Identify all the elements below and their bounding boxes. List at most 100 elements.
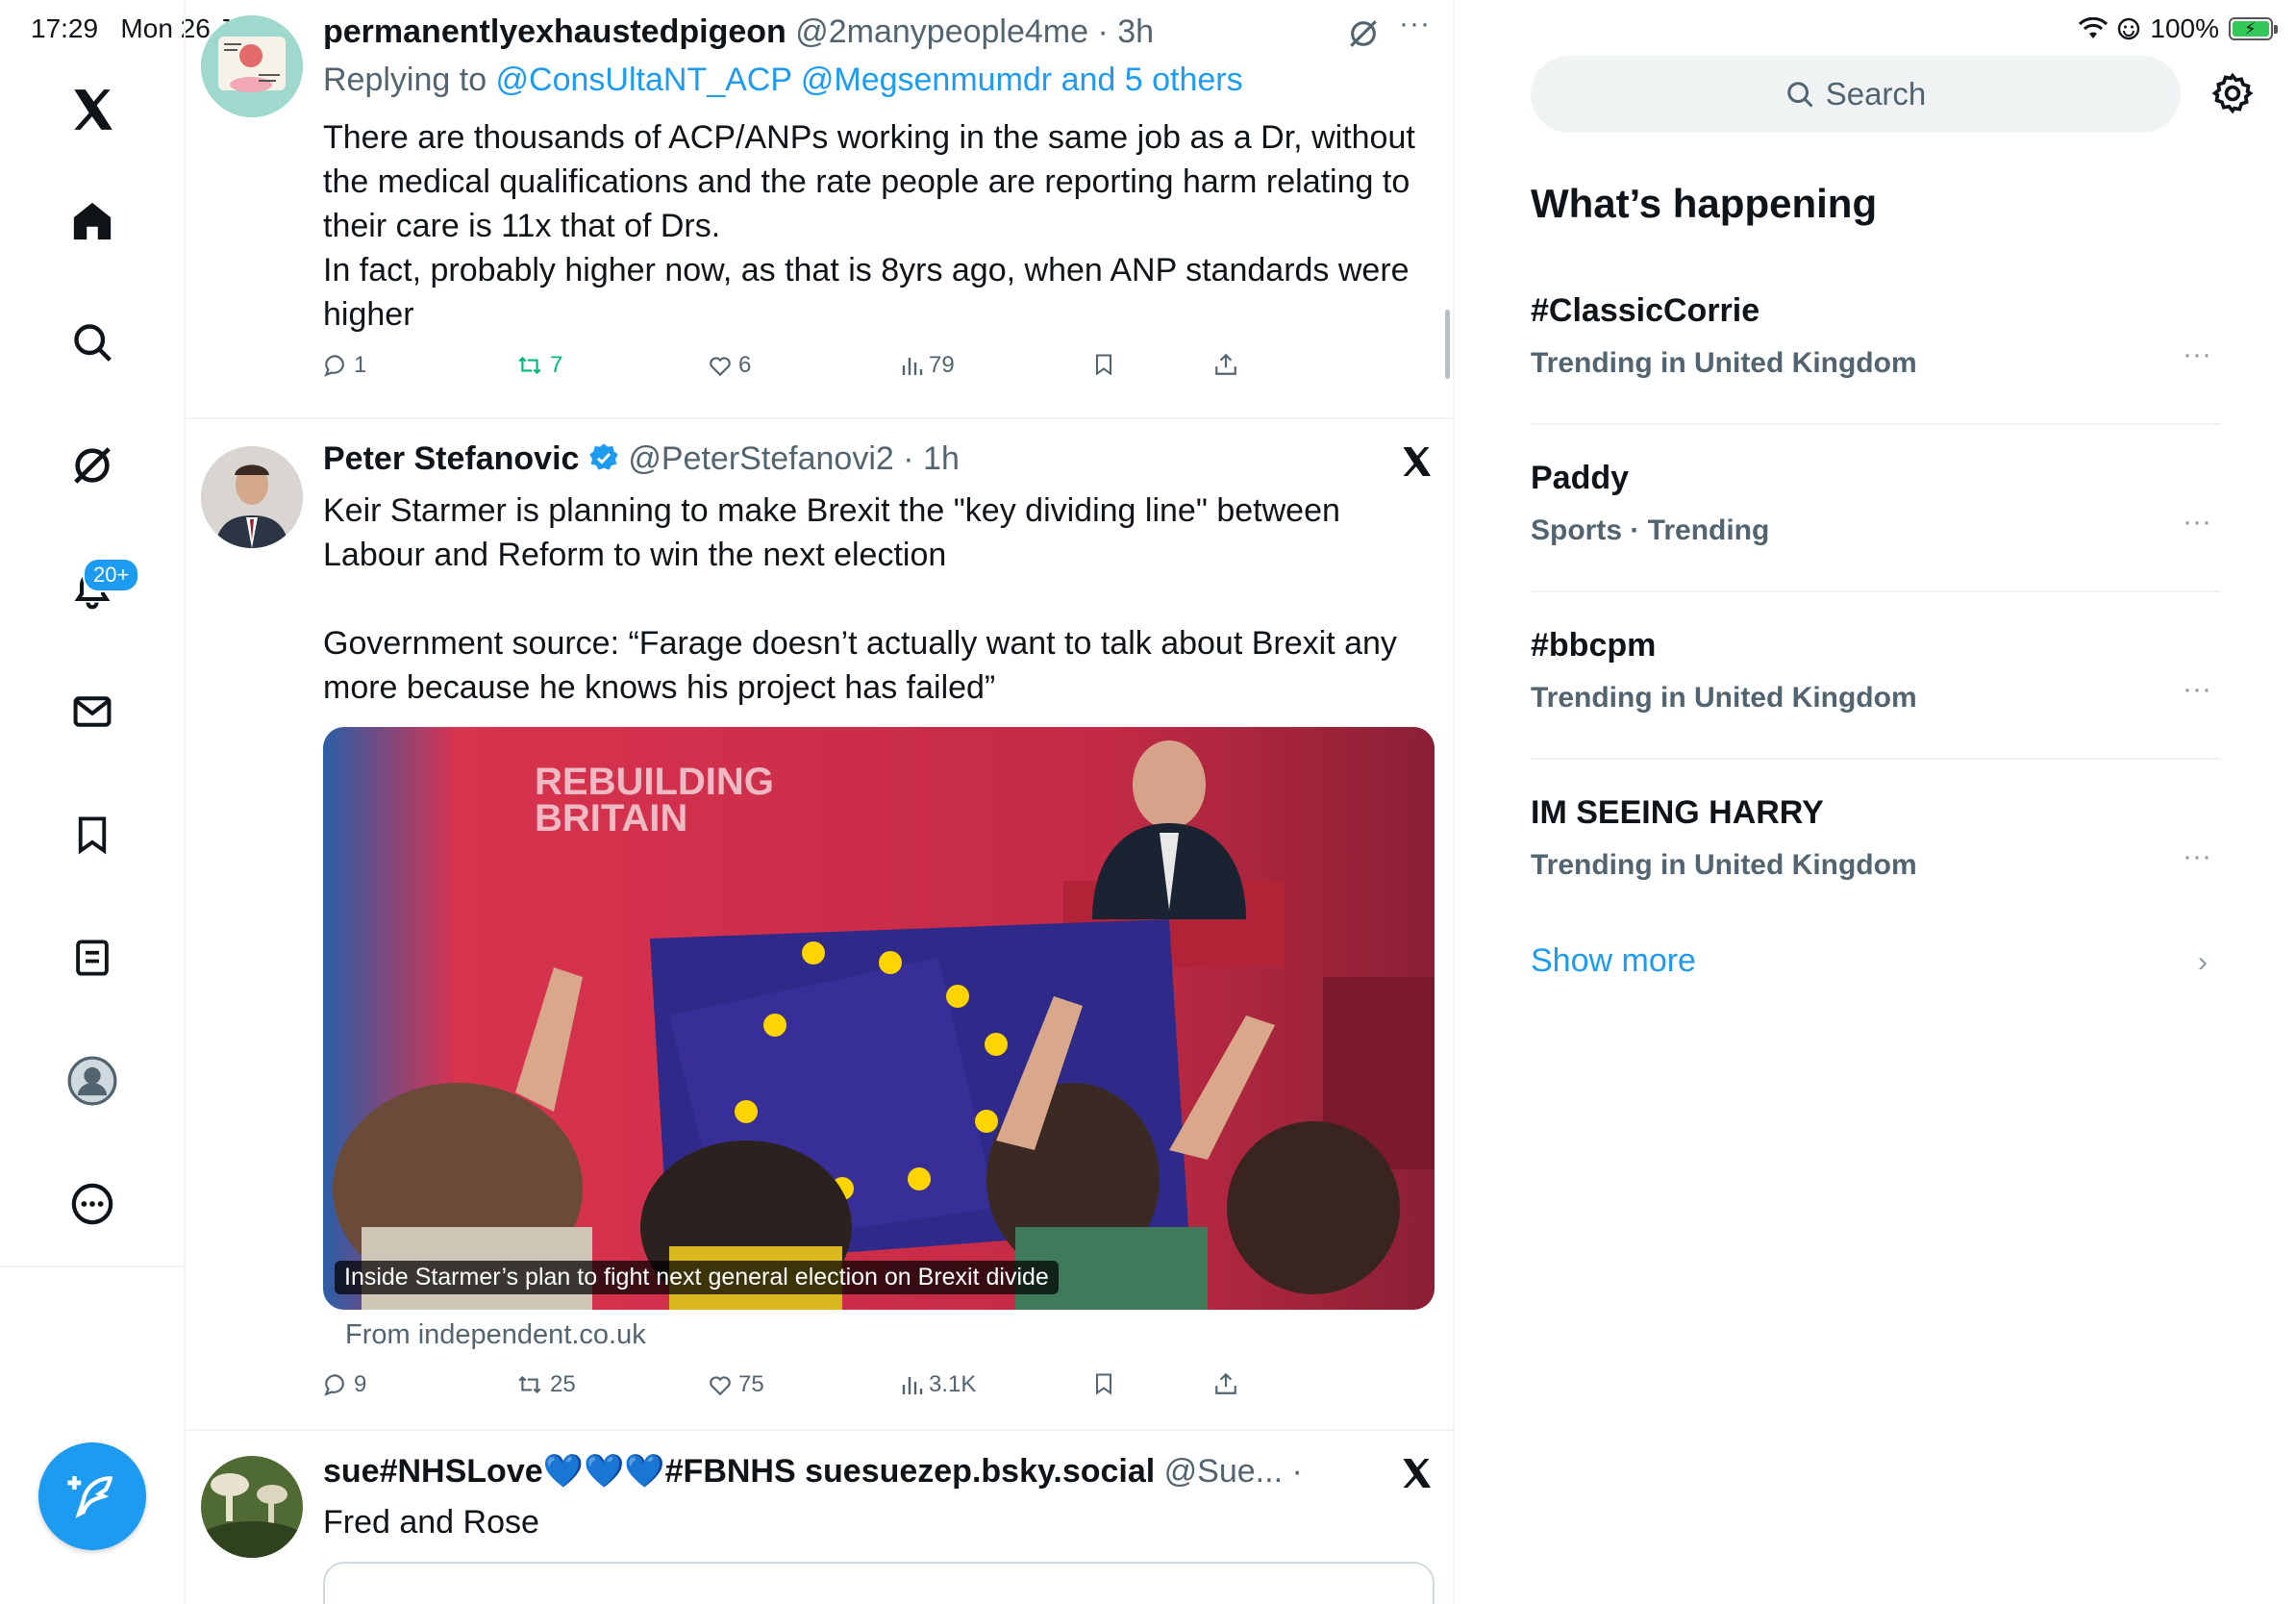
like-button[interactable]: 6 bbox=[708, 352, 751, 379]
whats-happening-title: What’s happening bbox=[1531, 181, 1878, 226]
search-placeholder: Search bbox=[1825, 76, 1927, 112]
author-name[interactable]: sue#NHSLove💙💙💙#FBNHS suesuezep.bsky.soci… bbox=[323, 1453, 1155, 1490]
tweet-text: Fred and Rose bbox=[323, 1504, 539, 1541]
bookmark-button[interactable] bbox=[1092, 352, 1115, 377]
chevron-right-icon[interactable]: › bbox=[2198, 946, 2208, 979]
heart-icon bbox=[710, 357, 731, 377]
trend-context: Sports · Trending bbox=[1531, 514, 1770, 546]
avatar-pigeon[interactable] bbox=[201, 15, 303, 117]
trend-context: Trending in United Kingdom bbox=[1531, 849, 1917, 881]
reply-icon bbox=[324, 355, 344, 377]
bookmark-icon bbox=[1096, 354, 1111, 376]
views-count: 79 bbox=[929, 352, 955, 378]
reply-count: 1 bbox=[354, 352, 367, 378]
show-more-link[interactable]: Show more bbox=[1531, 942, 1696, 980]
tweet-time[interactable]: · 3h bbox=[1098, 13, 1155, 50]
trend-name: Paddy bbox=[1531, 460, 1630, 496]
like-button[interactable]: 75 bbox=[708, 1371, 764, 1398]
left-navigation: 20+ bbox=[0, 0, 186, 1604]
x-source-icon[interactable] bbox=[1399, 444, 1434, 479]
more-options-icon[interactable]: ··· bbox=[1399, 8, 1431, 40]
author-name[interactable]: permanentlyexhaustedpigeon bbox=[323, 13, 786, 50]
trend-name: IM SEEING HARRY bbox=[1531, 794, 1824, 831]
tweet[interactable]: sue#NHSLove💙💙💙#FBNHS suesuezep.bsky.soci… bbox=[186, 1431, 1453, 1604]
retweet-count: 7 bbox=[550, 352, 563, 378]
x-logo-icon[interactable] bbox=[60, 77, 125, 142]
search-icon bbox=[1786, 82, 1813, 108]
tweet[interactable]: Peter Stefanovic @PeterStefanovi2 · 1h K… bbox=[186, 419, 1453, 1431]
bookmarks-icon[interactable] bbox=[60, 802, 125, 867]
trend-more-icon[interactable]: ··· bbox=[2183, 840, 2211, 873]
replying-to-link[interactable]: @ConsUltaNT_ACP @Megsenmumdr and 5 other… bbox=[496, 62, 1243, 98]
trend-item[interactable]: #bbcpm Trending in United Kingdom ··· bbox=[1531, 592, 2221, 760]
reply-button[interactable]: 1 bbox=[323, 352, 366, 379]
trend-name: #bbcpm bbox=[1531, 627, 1657, 664]
trend-more-icon[interactable]: ··· bbox=[2183, 506, 2211, 539]
retweet-icon bbox=[518, 1375, 541, 1394]
trend-context: Trending in United Kingdom bbox=[1531, 682, 1917, 714]
avatar-peter[interactable] bbox=[201, 446, 303, 548]
views-icon bbox=[902, 1377, 923, 1394]
retweet-count: 25 bbox=[550, 1371, 576, 1397]
profile-icon[interactable] bbox=[60, 1048, 125, 1114]
retweet-button[interactable]: 25 bbox=[515, 1371, 576, 1398]
share-icon bbox=[1215, 1372, 1236, 1394]
grok-icon[interactable] bbox=[1347, 17, 1380, 50]
views-count: 3.1K bbox=[929, 1371, 977, 1397]
trend-more-icon[interactable]: ··· bbox=[2183, 338, 2211, 371]
scrollbar[interactable] bbox=[1445, 310, 1450, 379]
battery-percent: 100% bbox=[2150, 13, 2219, 43]
share-button[interactable] bbox=[1213, 1371, 1238, 1396]
bookmark-button[interactable] bbox=[1092, 1371, 1115, 1396]
lists-icon[interactable] bbox=[60, 925, 125, 990]
home-icon[interactable] bbox=[60, 188, 125, 254]
quoted-tweet[interactable] bbox=[323, 1562, 1435, 1604]
tweet-actions: 1 7 6 79 bbox=[323, 352, 1285, 390]
feather-plus-icon bbox=[67, 1476, 112, 1518]
search-input[interactable]: Search bbox=[1531, 56, 2181, 133]
tweet-text: Keir Starmer is planning to make Brexit … bbox=[323, 492, 1397, 706]
bookmark-icon bbox=[1096, 1373, 1111, 1395]
card-source[interactable]: From independent.co.uk bbox=[345, 1319, 646, 1351]
tweet-time[interactable]: · 1h bbox=[1291, 1453, 1313, 1490]
trend-item[interactable]: #ClassicCorrie Trending in United Kingdo… bbox=[1531, 258, 2221, 425]
notifications-badge: 20+ bbox=[83, 558, 140, 592]
messages-icon[interactable] bbox=[60, 679, 125, 744]
nav-divider bbox=[0, 1266, 186, 1267]
trend-more-icon[interactable]: ··· bbox=[2183, 673, 2211, 706]
trend-name: #ClassicCorrie bbox=[1531, 292, 1760, 329]
more-icon[interactable] bbox=[60, 1171, 125, 1237]
card-sign-text: REBUILDING BRITAIN bbox=[535, 761, 774, 840]
tweet[interactable]: permanentlyexhaustedpigeon @2manypeople4… bbox=[186, 0, 1453, 419]
verified-badge-icon bbox=[589, 443, 618, 470]
compose-button[interactable] bbox=[38, 1442, 146, 1550]
trend-item[interactable]: IM SEEING HARRY Trending in United Kingd… bbox=[1531, 760, 2221, 894]
retweet-button[interactable]: 7 bbox=[515, 352, 562, 379]
x-source-icon[interactable] bbox=[1399, 1456, 1434, 1491]
settings-button[interactable] bbox=[2211, 72, 2254, 114]
tweet-time[interactable]: · 1h bbox=[903, 440, 960, 477]
author-handle[interactable]: @PeterStefanovi2 bbox=[628, 440, 893, 477]
author-handle[interactable]: @Sue... bbox=[1164, 1453, 1283, 1490]
tweet-header: sue#NHSLove💙💙💙#FBNHS suesuezep.bsky.soci… bbox=[323, 1452, 1313, 1491]
link-card-image[interactable]: REBUILDING BRITAIN Inside Starmer’s plan… bbox=[323, 727, 1435, 1310]
grok-icon[interactable] bbox=[60, 433, 125, 498]
author-name[interactable]: Peter Stefanovic bbox=[323, 440, 579, 477]
author-handle[interactable]: @2manypeople4me bbox=[795, 13, 1088, 50]
replying-prefix: Replying to bbox=[323, 62, 496, 98]
views-button[interactable]: 3.1K bbox=[900, 1371, 976, 1398]
reply-button[interactable]: 9 bbox=[323, 1371, 366, 1398]
trend-item[interactable]: Paddy Sports · Trending ··· bbox=[1531, 425, 2221, 592]
gear-icon bbox=[2211, 72, 2254, 114]
avatar-sue[interactable] bbox=[201, 1456, 303, 1558]
retweet-icon bbox=[518, 356, 541, 375]
search-icon[interactable] bbox=[60, 310, 125, 375]
views-icon bbox=[902, 358, 923, 375]
timeline-feed[interactable]: permanentlyexhaustedpigeon @2manypeople4… bbox=[186, 0, 1455, 1604]
share-button[interactable] bbox=[1213, 352, 1238, 377]
views-button[interactable]: 79 bbox=[900, 352, 955, 379]
focus-smiley-icon bbox=[2118, 17, 2140, 40]
heart-icon bbox=[710, 1376, 731, 1396]
tweet-actions: 9 25 75 3.1K bbox=[323, 1371, 1285, 1410]
tweet-text: There are thousands of ACP/ANPs working … bbox=[323, 119, 1415, 333]
